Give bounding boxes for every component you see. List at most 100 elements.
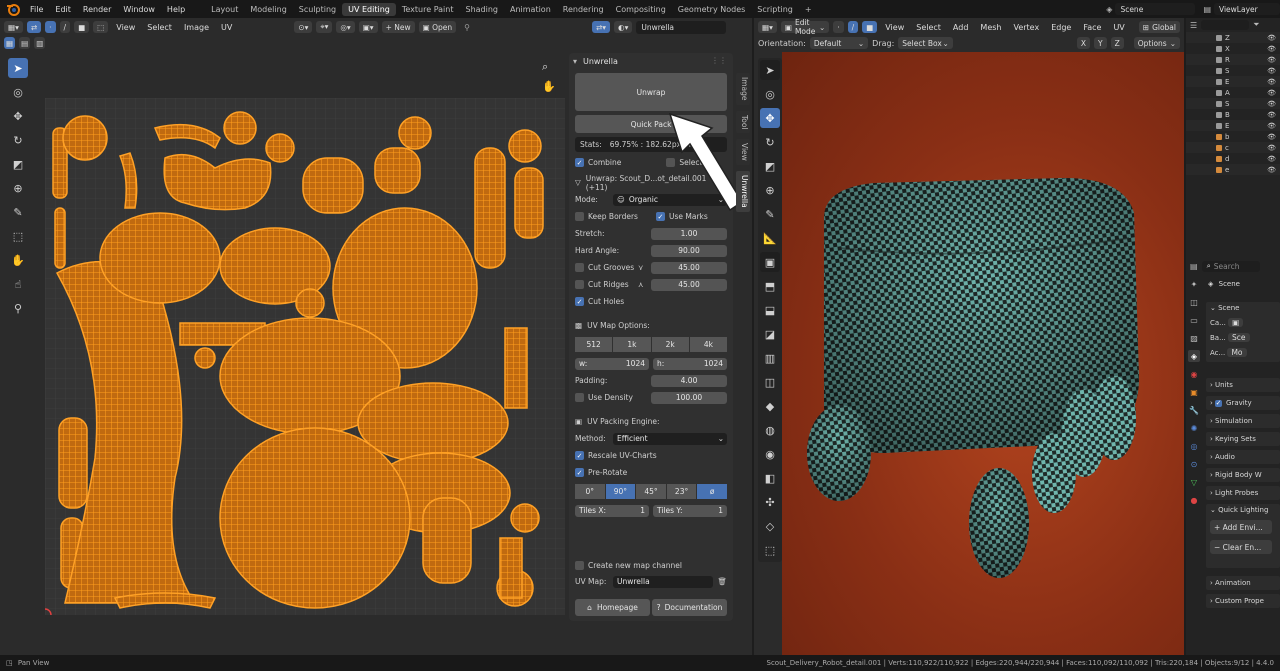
scene-section-label[interactable]: ⌄ Scene bbox=[1210, 304, 1239, 312]
uv-menu-view[interactable]: View bbox=[112, 23, 139, 32]
modifier-props-icon[interactable]: 🔧 bbox=[1188, 404, 1200, 416]
rip-tool-icon[interactable]: ⬚ bbox=[8, 226, 28, 246]
select-mode-subtract-icon[interactable]: ▥ bbox=[34, 37, 46, 49]
tab-compositing[interactable]: Compositing bbox=[610, 3, 672, 16]
rot-free-button[interactable]: ø bbox=[697, 484, 727, 499]
vp-add-cube-tool-icon[interactable]: ▣ bbox=[760, 252, 780, 272]
create-map-checkbox[interactable] bbox=[575, 561, 584, 570]
scene-props-icon[interactable]: ◈ bbox=[1188, 350, 1200, 362]
scale-tool-icon[interactable]: ◩ bbox=[8, 154, 28, 174]
vp-menu-add[interactable]: Add bbox=[949, 23, 973, 32]
transform-orientation-selector[interactable]: ⊞ Global bbox=[1138, 21, 1180, 33]
tab-texture-paint[interactable]: Texture Paint bbox=[396, 3, 460, 16]
uv-map-options-header[interactable]: ▩ UV Map Options: bbox=[575, 318, 727, 333]
packing-engine-header[interactable]: ▣ UV Packing Engine: bbox=[575, 414, 727, 429]
particles-props-icon[interactable]: ✺ bbox=[1188, 422, 1200, 434]
vertex-mode-icon[interactable]: · bbox=[833, 21, 844, 33]
tab-image[interactable]: Image bbox=[736, 73, 750, 105]
vp-move-tool-icon[interactable]: ✥ bbox=[760, 108, 780, 128]
rot-90-button[interactable]: 90° bbox=[605, 484, 636, 499]
output-props-icon[interactable]: ▭ bbox=[1188, 314, 1200, 326]
material-props-icon[interactable]: ● bbox=[1188, 494, 1200, 506]
menu-window[interactable]: Window bbox=[117, 5, 161, 14]
tab-layout[interactable]: Layout bbox=[205, 3, 244, 16]
outliner-row[interactable]: R 👁 bbox=[1186, 54, 1280, 65]
res-512-button[interactable]: 512 bbox=[575, 337, 613, 352]
vp-knife-tool-icon[interactable]: ◫ bbox=[760, 372, 780, 392]
outliner-editor-icon[interactable]: ☰ bbox=[1190, 21, 1197, 30]
vp-menu-vertex[interactable]: Vertex bbox=[1009, 23, 1043, 32]
physics-props-icon[interactable]: ◎ bbox=[1188, 440, 1200, 452]
outliner-row[interactable]: b 👁 bbox=[1186, 131, 1280, 142]
axis-z-button[interactable]: Z bbox=[1110, 37, 1124, 49]
vp-menu-select[interactable]: Select bbox=[912, 23, 945, 32]
properties-search-input[interactable]: ⌕ Search bbox=[1201, 260, 1260, 272]
tab-scripting[interactable]: Scripting bbox=[751, 3, 799, 16]
vp-menu-edge[interactable]: Edge bbox=[1047, 23, 1075, 32]
visibility-icon[interactable]: 👁 bbox=[1267, 67, 1276, 75]
grab-tool-icon[interactable]: ✋ bbox=[8, 250, 28, 270]
custom-props-section[interactable]: › Custom Prope bbox=[1206, 594, 1280, 608]
vp-extrude-tool-icon[interactable]: ⬒ bbox=[760, 276, 780, 296]
zoom-view-icon[interactable]: ⌕ bbox=[542, 60, 548, 74]
density-field[interactable]: 100.00 bbox=[651, 391, 727, 404]
render-props-icon[interactable]: ◫ bbox=[1188, 296, 1200, 308]
transform-tool-icon[interactable]: ⊕ bbox=[8, 178, 28, 198]
tab-sculpting[interactable]: Sculpting bbox=[293, 3, 342, 16]
annotate-tool-icon[interactable]: ✎ bbox=[8, 202, 28, 222]
overlay-icon[interactable]: ◐▾ bbox=[614, 21, 633, 33]
vp-bevel-tool-icon[interactable]: ◪ bbox=[760, 324, 780, 344]
panel-collapse-icon[interactable]: ▾ bbox=[573, 57, 577, 66]
audio-section[interactable]: › Audio bbox=[1206, 450, 1280, 464]
new-image-button[interactable]: + New bbox=[381, 21, 415, 33]
background-field[interactable]: Sce bbox=[1228, 333, 1250, 342]
uv-menu-image[interactable]: Image bbox=[180, 23, 213, 32]
proportional-edit-icon[interactable]: ◎▾ bbox=[336, 21, 355, 33]
units-section[interactable]: › Units bbox=[1206, 378, 1280, 392]
tab-animation[interactable]: Animation bbox=[504, 3, 557, 16]
scene-selector[interactable]: Scene bbox=[1115, 3, 1196, 15]
trash-icon[interactable]: 🗑 bbox=[717, 577, 727, 586]
orientation-selector[interactable]: Default ⌄ bbox=[809, 37, 869, 49]
tab-view[interactable]: View bbox=[736, 139, 750, 165]
select-mode-new-icon[interactable]: ▦ bbox=[4, 37, 16, 49]
view-layer-icon[interactable]: ▤ bbox=[1203, 5, 1211, 14]
visibility-icon[interactable]: 👁 bbox=[1267, 45, 1276, 53]
outliner-row[interactable]: Z 👁 bbox=[1186, 32, 1280, 43]
keying-sets-section[interactable]: › Keying Sets bbox=[1206, 432, 1280, 446]
edge-select-icon[interactable]: / bbox=[59, 21, 71, 33]
vp-transform-tool-icon[interactable]: ⊕ bbox=[760, 180, 780, 200]
properties-editor-icon[interactable]: ▤ bbox=[1190, 262, 1198, 271]
editor-type-icon[interactable]: ▦▾ bbox=[4, 21, 23, 33]
vp-rip-tool-icon[interactable]: ⬚ bbox=[760, 540, 780, 560]
rot-0-button[interactable]: 0° bbox=[575, 484, 605, 499]
use-density-checkbox[interactable] bbox=[575, 393, 584, 402]
outliner-row[interactable]: S 👁 bbox=[1186, 65, 1280, 76]
visibility-icon[interactable]: 👁 bbox=[1267, 34, 1276, 42]
outliner-row[interactable]: A 👁 bbox=[1186, 87, 1280, 98]
padding-field[interactable]: 4.00 bbox=[651, 374, 727, 387]
visibility-icon[interactable]: 👁 bbox=[1267, 133, 1276, 141]
vp-loopcut-tool-icon[interactable]: ▥ bbox=[760, 348, 780, 368]
uv-map-field[interactable]: Unwrella bbox=[636, 20, 727, 34]
face-select-icon[interactable]: ■ bbox=[74, 21, 90, 33]
outliner-row[interactable]: X 👁 bbox=[1186, 43, 1280, 54]
menu-help[interactable]: Help bbox=[161, 5, 191, 14]
light-probes-section[interactable]: › Light Probes bbox=[1206, 486, 1280, 500]
quick-lighting-header[interactable]: ⌄ Quick Lighting bbox=[1210, 506, 1268, 514]
axis-x-button[interactable]: X bbox=[1076, 37, 1091, 49]
vp-polybuild-tool-icon[interactable]: ◆ bbox=[760, 396, 780, 416]
outliner-search-input[interactable] bbox=[1201, 20, 1250, 30]
visibility-icon[interactable]: 👁 bbox=[1267, 111, 1276, 119]
menu-render[interactable]: Render bbox=[77, 5, 117, 14]
outliner-row[interactable]: S 👁 bbox=[1186, 98, 1280, 109]
cursor-tool-icon[interactable]: ◎ bbox=[8, 82, 28, 102]
tab-shading[interactable]: Shading bbox=[459, 3, 504, 16]
image-browse-icon[interactable]: ▣▾ bbox=[358, 21, 378, 33]
gizmo-icon[interactable]: ⇄▾ bbox=[591, 21, 611, 33]
open-image-button[interactable]: ▣ Open bbox=[418, 21, 457, 33]
visibility-icon[interactable]: 👁 bbox=[1267, 56, 1276, 64]
tab-rendering[interactable]: Rendering bbox=[557, 3, 610, 16]
options-button[interactable]: Options ⌄ bbox=[1133, 37, 1180, 49]
vp-shrink-tool-icon[interactable]: ✣ bbox=[760, 492, 780, 512]
